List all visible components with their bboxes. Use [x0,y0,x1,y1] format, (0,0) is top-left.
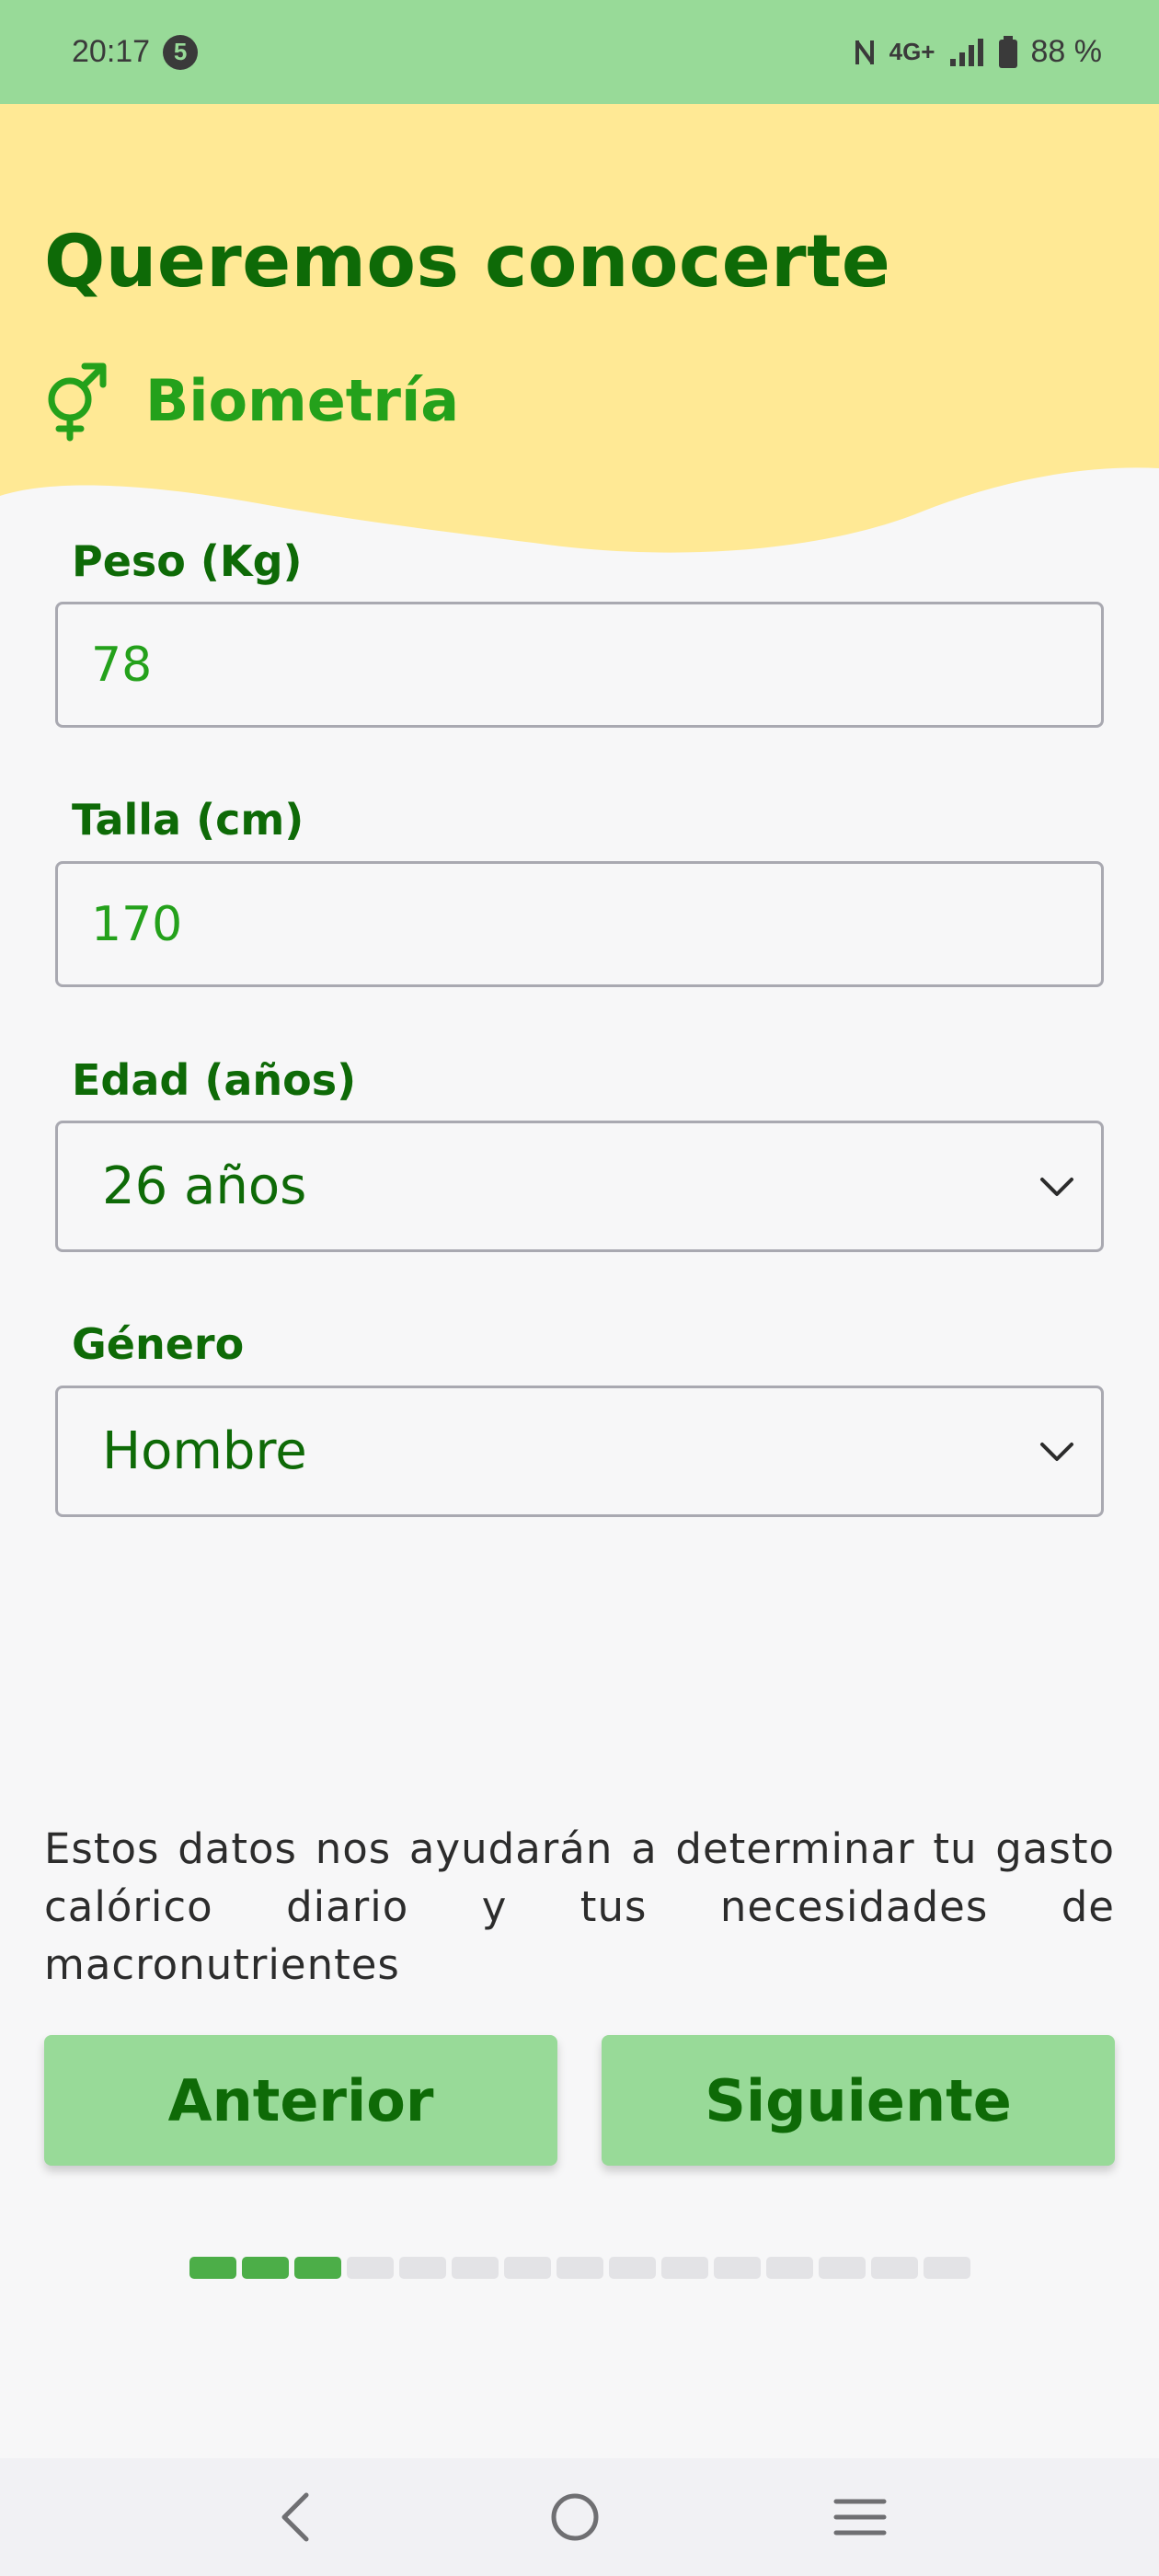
progress-step-complete [189,2257,236,2279]
gender-select[interactable]: Hombre [55,1386,1104,1517]
menu-icon[interactable] [832,2494,888,2540]
progress-step-pending [924,2257,970,2279]
age-label: Edad (años) [72,1055,357,1105]
battery-icon [998,35,1017,68]
progress-step-complete [242,2257,289,2279]
back-icon[interactable] [271,2491,317,2543]
progress-step-pending [452,2257,499,2279]
progress-step-pending [609,2257,656,2279]
network-label: 4G+ [889,38,935,65]
status-right: 4G+ 88 % [853,34,1102,70]
chevron-down-icon [1040,1177,1073,1196]
progress-step-pending [714,2257,761,2279]
signal-icon [949,38,983,66]
notification-badge: 5 [163,34,199,70]
status-bar: 20:17 5 4G+ 88 % [0,0,1159,104]
progress-step-pending [819,2257,866,2279]
progress-indicator [189,2257,970,2279]
height-value: 170 [91,896,183,952]
header-background [0,104,1159,553]
home-icon[interactable] [547,2490,602,2545]
progress-step-pending [557,2257,603,2279]
nfc-icon [855,40,874,64]
navigation-bar [0,2458,1159,2576]
status-left: 20:17 5 [72,34,199,70]
height-input[interactable]: 170 [55,861,1104,987]
age-select[interactable]: 26 años [55,1121,1104,1252]
height-label: Talla (cm) [72,795,304,845]
chevron-down-icon [1040,1442,1073,1461]
gender-icon [48,362,107,442]
weight-label: Peso (Kg) [72,536,303,586]
gender-label: Género [72,1319,245,1369]
weight-value: 78 [91,637,153,693]
progress-step-pending [661,2257,708,2279]
info-text: Estos datos nos ayudarán a determinar tu… [44,1824,1115,1989]
next-button[interactable]: Siguiente [602,2035,1115,2166]
progress-step-complete [294,2257,341,2279]
progress-step-pending [871,2257,918,2279]
progress-step-pending [399,2257,446,2279]
gender-selected-value: Hombre [102,1421,307,1481]
page-title: Queremos conocerte [44,221,891,304]
battery-label: 88 % [1030,34,1103,69]
age-selected-value: 26 años [102,1156,307,1216]
section-title: Biometría [145,366,460,434]
progress-step-pending [347,2257,394,2279]
status-time: 20:17 [72,34,151,69]
previous-button[interactable]: Anterior [44,2035,557,2166]
progress-step-pending [766,2257,813,2279]
section-header: Biometría [42,359,459,442]
progress-step-pending [504,2257,551,2279]
weight-input[interactable]: 78 [55,602,1104,728]
